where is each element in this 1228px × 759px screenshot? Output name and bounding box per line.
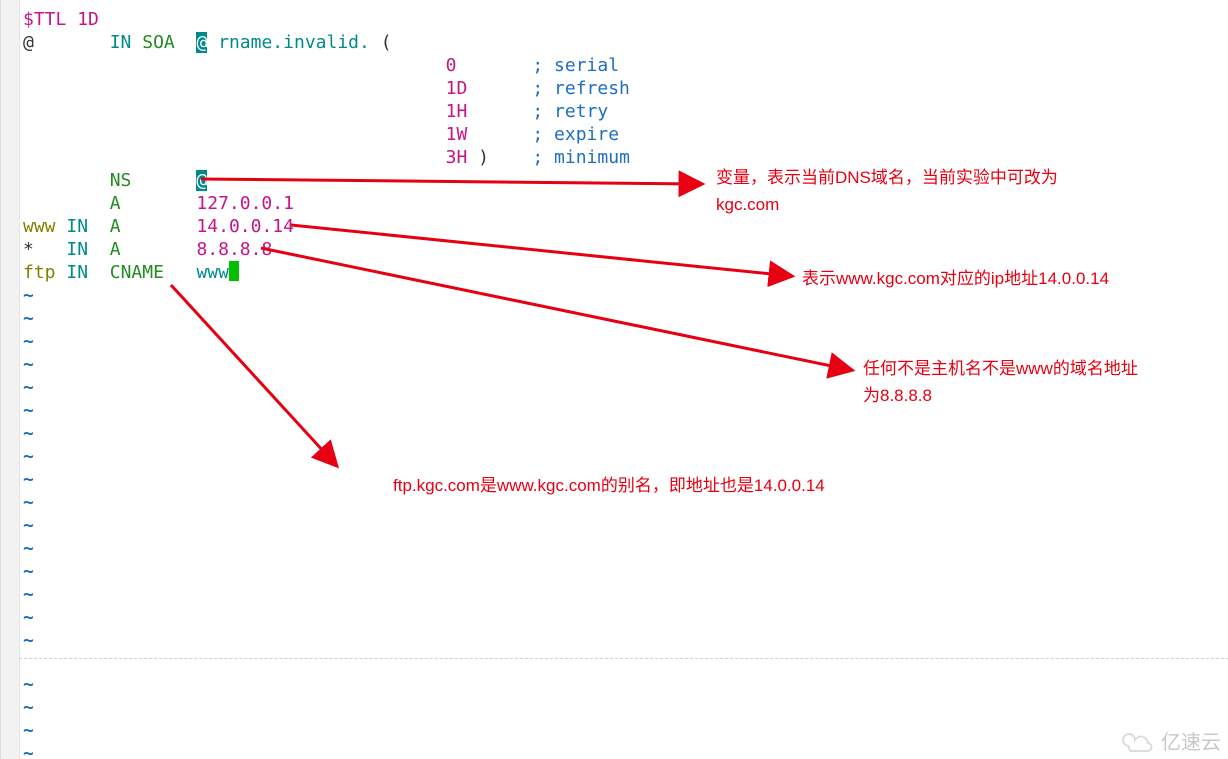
vim-tilde: ~ bbox=[23, 673, 34, 696]
record-name: ftp bbox=[23, 262, 56, 283]
code-line: www IN A 14.0.0.14 bbox=[23, 215, 294, 238]
ttl-directive: $TTL bbox=[23, 9, 66, 30]
vim-tilde: ~ bbox=[23, 606, 34, 629]
value: 14.0.0.14 bbox=[196, 216, 294, 237]
vim-tilde: ~ bbox=[23, 537, 34, 560]
type: CNAME bbox=[110, 262, 164, 283]
vim-tilde: ~ bbox=[23, 629, 34, 652]
code-line: $TTL 1D bbox=[23, 8, 99, 31]
annotation-1: 变量，表示当前DNS域名，当前实验中可改为 kgc.com bbox=[716, 164, 1136, 218]
vim-tilde: ~ bbox=[23, 491, 34, 514]
value: 127.0.0.1 bbox=[196, 193, 294, 214]
annotation-2: 表示www.kgc.com对应的ip地址14.0.0.14 bbox=[802, 265, 1109, 292]
class-in: IN bbox=[66, 262, 88, 283]
annotation-text: 变量，表示当前DNS域名，当前实验中可改为 bbox=[716, 168, 1058, 187]
record-name: * bbox=[23, 239, 34, 260]
vim-tilde: ~ bbox=[23, 560, 34, 583]
code-line: 3H ) ; minimum bbox=[23, 146, 630, 169]
open-paren: ( bbox=[381, 32, 392, 53]
vim-tilde: ~ bbox=[23, 284, 34, 307]
watermark: 亿速云 bbox=[1121, 726, 1221, 755]
class-in: IN bbox=[66, 216, 88, 237]
code-line: @ IN SOA @ rname.invalid. ( bbox=[23, 31, 392, 54]
vim-tilde: ~ bbox=[23, 696, 34, 719]
fold-indicator bbox=[19, 658, 1228, 660]
soa-value: 1H bbox=[446, 101, 468, 122]
annotation-text: 表示www.kgc.com对应的ip地址14.0.0.14 bbox=[802, 269, 1109, 288]
value: www bbox=[196, 262, 229, 283]
soa-comment: ; expire bbox=[532, 124, 619, 145]
vim-tilde: ~ bbox=[23, 742, 34, 759]
soa-rname: rname.invalid. bbox=[218, 32, 370, 53]
soa-value: 1D bbox=[446, 78, 468, 99]
vim-tilde: ~ bbox=[23, 468, 34, 491]
watermark-text: 亿速云 bbox=[1161, 726, 1221, 755]
class-in: IN bbox=[66, 239, 88, 260]
ttl-value: 1D bbox=[77, 9, 99, 30]
code-line: A 127.0.0.1 bbox=[23, 192, 294, 215]
vim-tilde: ~ bbox=[23, 583, 34, 606]
type: A bbox=[110, 193, 121, 214]
cursor bbox=[229, 261, 239, 281]
annotation-text: 为8.8.8.8 bbox=[863, 386, 932, 405]
class-in: IN bbox=[110, 32, 132, 53]
type: NS bbox=[110, 170, 132, 191]
soa-comment: ; minimum bbox=[532, 147, 630, 168]
annotation-text: 任何不是主机名不是www的域名地址 bbox=[863, 359, 1138, 378]
vim-tilde: ~ bbox=[23, 514, 34, 537]
record-name: www bbox=[23, 216, 56, 237]
value: 8.8.8.8 bbox=[196, 239, 272, 260]
type: A bbox=[110, 239, 121, 260]
code-line: 1H ; retry bbox=[23, 100, 608, 123]
type: A bbox=[110, 216, 121, 237]
soa-comment: ; refresh bbox=[532, 78, 630, 99]
vim-tilde: ~ bbox=[23, 376, 34, 399]
code-line: NS @ bbox=[23, 169, 207, 192]
code-line: ftp IN CNAME www bbox=[23, 261, 239, 284]
vim-tilde: ~ bbox=[23, 330, 34, 353]
soa-comment: ; serial bbox=[532, 55, 619, 76]
gutter bbox=[1, 0, 20, 759]
soa-value: 1W bbox=[446, 124, 468, 145]
origin: @ bbox=[23, 32, 34, 53]
soa-comment: ; retry bbox=[532, 101, 608, 122]
annotation-text: ftp.kgc.com是www.kgc.com的别名，即地址也是14.0.0.1… bbox=[393, 476, 825, 495]
editor-viewport[interactable]: $TTL 1D @ IN SOA @ rname.invalid. ( 0 ; … bbox=[0, 0, 1228, 759]
close-paren: ) bbox=[478, 147, 489, 168]
vim-tilde: ~ bbox=[23, 399, 34, 422]
vim-tilde: ~ bbox=[23, 422, 34, 445]
code-line: 1D ; refresh bbox=[23, 77, 630, 100]
code-line: 0 ; serial bbox=[23, 54, 619, 77]
vim-tilde: ~ bbox=[23, 353, 34, 376]
vim-tilde: ~ bbox=[23, 307, 34, 330]
soa-value: 3H bbox=[446, 147, 468, 168]
soa-mname: @ bbox=[196, 32, 207, 53]
annotation-4: ftp.kgc.com是www.kgc.com的别名，即地址也是14.0.0.1… bbox=[393, 472, 825, 499]
vim-tilde: ~ bbox=[23, 719, 34, 742]
value: @ bbox=[196, 170, 207, 191]
type-soa: SOA bbox=[142, 32, 175, 53]
annotation-3: 任何不是主机名不是www的域名地址 为8.8.8.8 bbox=[863, 355, 1183, 409]
soa-value: 0 bbox=[446, 55, 457, 76]
code-line: 1W ; expire bbox=[23, 123, 619, 146]
vim-tilde: ~ bbox=[23, 445, 34, 468]
annotation-text: kgc.com bbox=[716, 195, 779, 214]
code-line: * IN A 8.8.8.8 bbox=[23, 238, 272, 261]
